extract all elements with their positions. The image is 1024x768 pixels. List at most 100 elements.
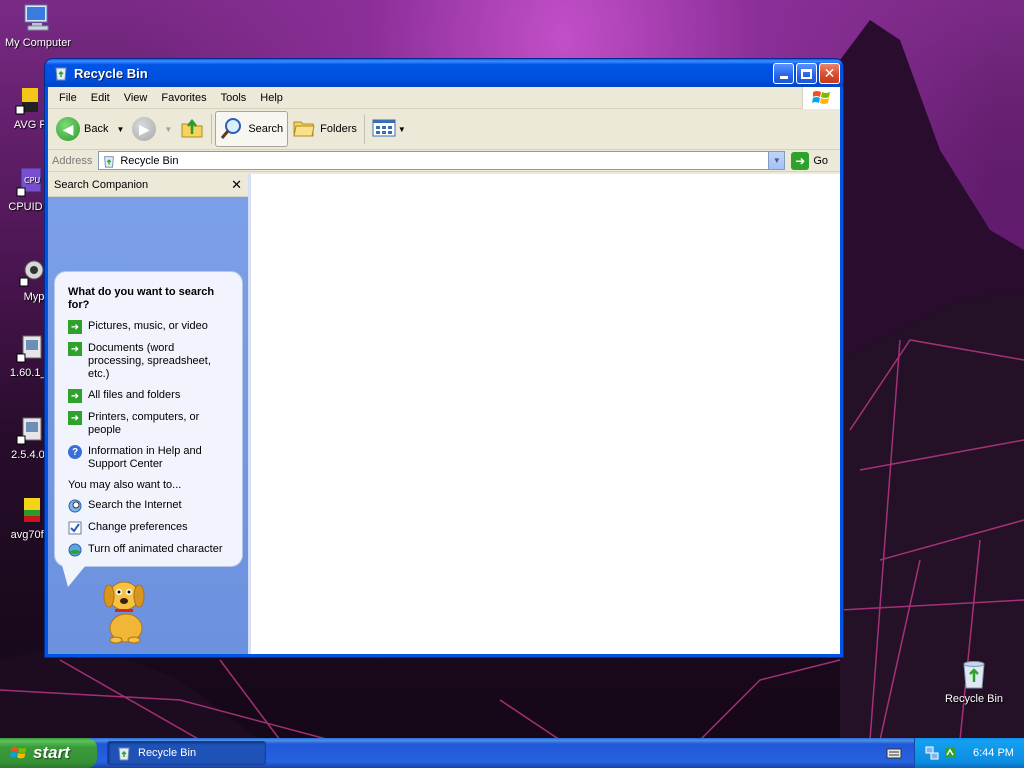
search-label: Search	[248, 123, 284, 135]
window-title: Recycle Bin	[74, 65, 148, 81]
search-option-printers[interactable]: ➜ Printers, computers, or people	[68, 411, 230, 437]
arrow-icon: ➜	[68, 411, 82, 425]
forward-arrow-icon: ▶	[132, 117, 157, 141]
avg-installer-icon	[16, 494, 48, 526]
maximize-button[interactable]	[796, 63, 817, 84]
folders-button[interactable]: Folders	[288, 111, 361, 147]
cpu-icon: CPU	[15, 166, 47, 198]
menu-view[interactable]: View	[117, 92, 155, 104]
arrow-icon: ➜	[68, 389, 82, 403]
back-dropdown-icon[interactable]: ▼	[116, 125, 124, 134]
arrow-icon: ➜	[68, 342, 82, 356]
up-folder-button[interactable]	[176, 111, 208, 147]
windows-flag-icon	[10, 744, 28, 762]
go-button[interactable]: ➜ Go	[791, 151, 836, 170]
search-option-all-files[interactable]: ➜ All files and folders	[68, 389, 230, 403]
search-option-documents[interactable]: ➜ Documents (word processing, spreadshee…	[68, 342, 230, 381]
start-label: start	[33, 743, 70, 762]
recycle-bin-window[interactable]: Recycle Bin ✕ File Edit View Favorites T…	[45, 59, 843, 657]
close-pane-icon[interactable]: ✕	[231, 177, 242, 193]
close-button[interactable]: ✕	[819, 63, 840, 84]
windows-logo-icon	[802, 87, 840, 109]
toolbar-separator	[211, 114, 213, 144]
option-label: Pictures, music, or video	[88, 320, 208, 332]
go-arrow-icon: ➜	[791, 151, 810, 170]
toolbar-separator	[363, 114, 365, 144]
recycle-bin-icon	[53, 65, 69, 81]
also-search-internet[interactable]: Search the Internet	[68, 499, 230, 513]
views-button[interactable]: ▼	[368, 111, 410, 147]
keyboard-icon[interactable]	[886, 746, 902, 760]
menu-favorites[interactable]: Favorites	[154, 92, 213, 104]
option-label: Documents (word processing, spreadsheet,…	[88, 342, 211, 380]
computer-icon	[22, 2, 54, 34]
option-label: Printers, computers, or people	[88, 411, 200, 436]
search-option-help[interactable]: ? Information in Help and Support Center	[68, 445, 230, 471]
desktop-icon-recycle-bin[interactable]: Recycle Bin	[936, 658, 1012, 705]
address-dropdown-icon[interactable]: ▼	[768, 152, 785, 169]
search-companion-title: Search Companion	[54, 179, 149, 191]
address-value: Recycle Bin	[120, 154, 179, 167]
avg-icon	[14, 84, 46, 116]
close-icon: ✕	[823, 65, 836, 81]
bubble-tail	[62, 565, 86, 587]
preferences-icon	[68, 521, 82, 535]
up-folder-icon	[180, 116, 204, 143]
folders-icon	[292, 116, 316, 143]
installer-icon	[15, 332, 47, 364]
desktop-icon-label: My Computer	[4, 37, 72, 49]
back-arrow-icon: ◀	[56, 117, 80, 141]
also-change-preferences[interactable]: Change preferences	[68, 521, 230, 535]
address-label: Address	[52, 154, 93, 167]
address-input[interactable]: Recycle Bin ▼	[98, 151, 786, 170]
help-icon: ?	[68, 445, 82, 459]
back-button[interactable]: ◀ Back ▼	[52, 111, 128, 147]
forward-dropdown-icon[interactable]: ▼	[164, 125, 172, 134]
taskbar-item-label: Recycle Bin	[138, 747, 197, 759]
network-icon[interactable]	[925, 746, 939, 760]
search-companion-header: Search Companion ✕	[48, 174, 248, 197]
search-dog-character[interactable]	[98, 574, 154, 644]
recycle-bin-icon	[116, 745, 132, 761]
also-label: Change preferences	[88, 521, 188, 533]
also-label: Turn off animated character	[88, 543, 223, 555]
go-label: Go	[813, 154, 828, 167]
search-icon	[220, 116, 244, 143]
security-icon[interactable]	[943, 746, 957, 760]
back-label: Back	[84, 123, 109, 135]
menu-edit[interactable]: Edit	[84, 92, 117, 104]
search-bubble: What do you want to search for? ➜ Pictur…	[54, 271, 243, 567]
taskbar: start Recycle Bin 6:44 PM	[0, 738, 1024, 768]
file-list-area[interactable]	[248, 174, 840, 654]
taskbar-item-recycle-bin[interactable]: Recycle Bin	[107, 741, 266, 765]
search-option-pictures[interactable]: ➜ Pictures, music, or video	[68, 320, 230, 334]
recycle-bin-icon	[102, 154, 116, 168]
search-internet-icon	[68, 499, 82, 513]
views-icon	[372, 118, 396, 141]
menu-file[interactable]: File	[52, 92, 84, 104]
clock[interactable]: 6:44 PM	[973, 747, 1014, 759]
desktop-icon-label: Recycle Bin	[944, 693, 1004, 705]
menu-tools[interactable]: Tools	[214, 92, 254, 104]
forward-button[interactable]: ▶ ▼	[128, 111, 176, 147]
recycle-bin-icon	[958, 658, 990, 690]
installer-icon	[15, 414, 47, 446]
search-companion-pane: Search Companion ✕ What do you want to s…	[48, 174, 248, 654]
option-label: Information in Help and Support Center	[88, 445, 202, 470]
search-button[interactable]: Search	[215, 111, 289, 147]
toolbar: ◀ Back ▼ ▶ ▼ Search Folders ▼	[48, 109, 840, 150]
minimize-icon	[779, 76, 788, 79]
arrow-icon: ➜	[68, 320, 82, 334]
also-turn-off-character[interactable]: Turn off animated character	[68, 543, 230, 557]
start-button[interactable]: start	[0, 738, 97, 768]
minimize-button[interactable]	[773, 63, 794, 84]
menu-help[interactable]: Help	[253, 92, 290, 104]
also-label: Search the Internet	[88, 499, 182, 511]
character-icon	[68, 543, 82, 557]
desktop-icon-my-computer[interactable]: My Computer	[0, 2, 76, 49]
maximize-icon	[801, 68, 812, 79]
system-tray: 6:44 PM	[914, 738, 1024, 768]
also-heading: You may also want to...	[68, 479, 182, 491]
title-bar[interactable]: Recycle Bin ✕	[45, 59, 843, 87]
folders-label: Folders	[320, 123, 357, 135]
